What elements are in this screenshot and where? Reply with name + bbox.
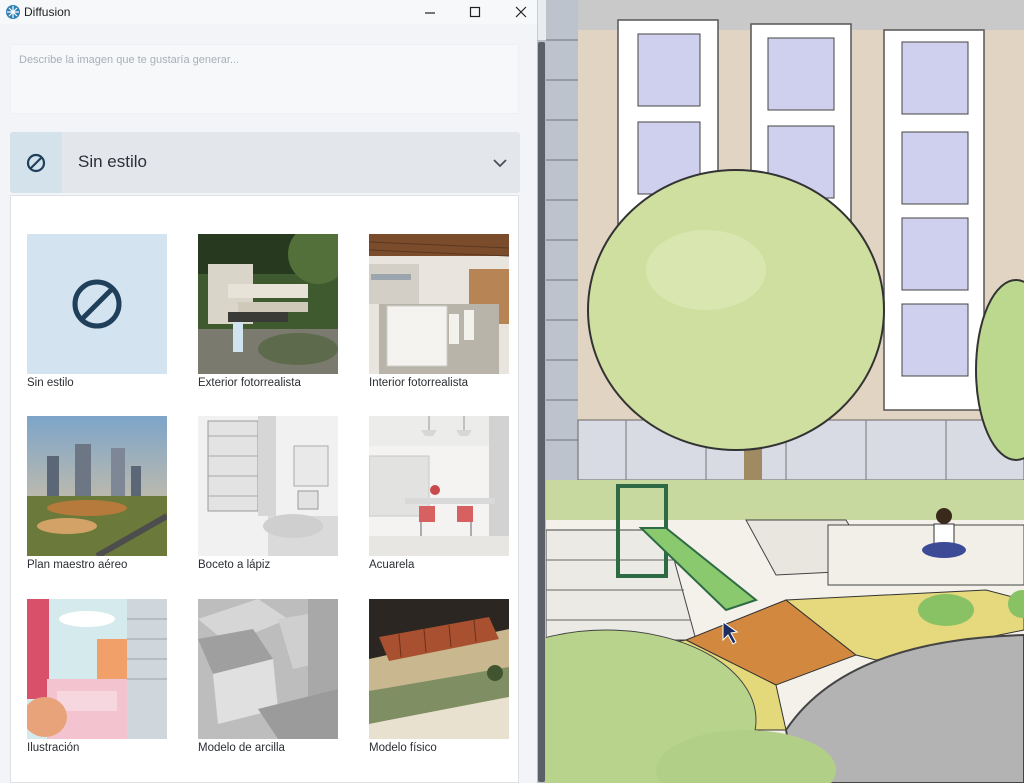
maximize-icon <box>469 6 481 18</box>
style-label: Sin estilo <box>27 377 74 389</box>
illustration-image <box>27 599 167 739</box>
window-title: Diffusion <box>24 5 71 19</box>
style-tile-acuarela[interactable]: Acuarela <box>369 416 509 571</box>
style-thumb <box>198 599 338 739</box>
close-button[interactable] <box>498 0 537 24</box>
style-tile-boceto-a-lapiz[interactable]: Boceto a lápiz <box>198 416 338 571</box>
style-select-icon-box <box>10 132 62 193</box>
style-thumb <box>369 599 509 739</box>
style-tile-ilustracion[interactable]: Ilustración <box>27 599 167 754</box>
scrollbar-thumb[interactable] <box>538 42 545 782</box>
clay-model-image <box>198 599 338 739</box>
style-label: Modelo físico <box>369 742 437 754</box>
diffusion-app-icon <box>6 5 20 19</box>
maximize-button[interactable] <box>452 0 498 24</box>
style-tile-sin-estilo[interactable]: Sin estilo <box>27 234 167 389</box>
style-label: Boceto a lápiz <box>198 559 271 571</box>
pencil-sketch-image <box>198 416 338 556</box>
style-label: Interior fotorrealista <box>369 377 469 389</box>
aerial-masterplan-image <box>27 416 167 556</box>
style-tile-interior-fotorrealista[interactable]: Interior fotorrealista <box>369 234 509 389</box>
style-thumb <box>198 234 338 374</box>
style-tile-exterior-fotorrealista[interactable]: Exterior fotorrealista <box>198 234 338 389</box>
style-label: Exterior fotorrealista <box>198 377 301 389</box>
title-bar[interactable]: Diffusion <box>0 0 537 24</box>
minimize-button[interactable] <box>407 0 453 24</box>
prompt-placeholder: Describe la imagen que te gustaría gener… <box>19 54 240 66</box>
no-style-icon <box>72 279 122 329</box>
style-thumb <box>198 416 338 556</box>
style-thumb <box>369 416 509 556</box>
chevron-down-icon[interactable] <box>491 154 509 172</box>
prompt-input[interactable]: Describe la imagen que te gustaría gener… <box>10 44 519 114</box>
physical-model-image <box>369 599 509 739</box>
style-thumb <box>369 234 509 374</box>
style-tile-modelo-de-arcilla[interactable]: Modelo de arcilla <box>198 599 338 754</box>
scrollbar[interactable] <box>537 40 546 783</box>
exterior-photo-image <box>198 234 338 374</box>
style-tile-plan-maestro-aereo[interactable]: Plan maestro aéreo <box>27 416 167 571</box>
style-thumb <box>27 599 167 739</box>
style-grid: Sin estilo Exterior fotorrealista Interi… <box>10 195 519 783</box>
close-icon <box>515 6 527 18</box>
viewport-sketch[interactable] <box>546 0 1024 783</box>
style-tile-modelo-fisico[interactable]: Modelo físico <box>369 599 509 754</box>
style-select-value: Sin estilo <box>78 152 147 171</box>
watercolor-image <box>369 416 509 556</box>
diffusion-window: Diffusion Describe la imagen que te gust… <box>0 0 538 783</box>
style-label: Acuarela <box>369 559 415 571</box>
style-label: Ilustración <box>27 742 80 754</box>
style-label: Modelo de arcilla <box>198 742 285 754</box>
interior-photo-image <box>369 234 509 374</box>
style-thumb <box>27 234 167 374</box>
style-thumb <box>27 416 167 556</box>
no-style-icon <box>26 153 46 172</box>
style-label: Plan maestro aéreo <box>27 559 128 571</box>
style-select[interactable]: Sin estilo <box>10 132 520 193</box>
minimize-icon <box>425 12 435 14</box>
sketch-canvas <box>546 0 1024 783</box>
